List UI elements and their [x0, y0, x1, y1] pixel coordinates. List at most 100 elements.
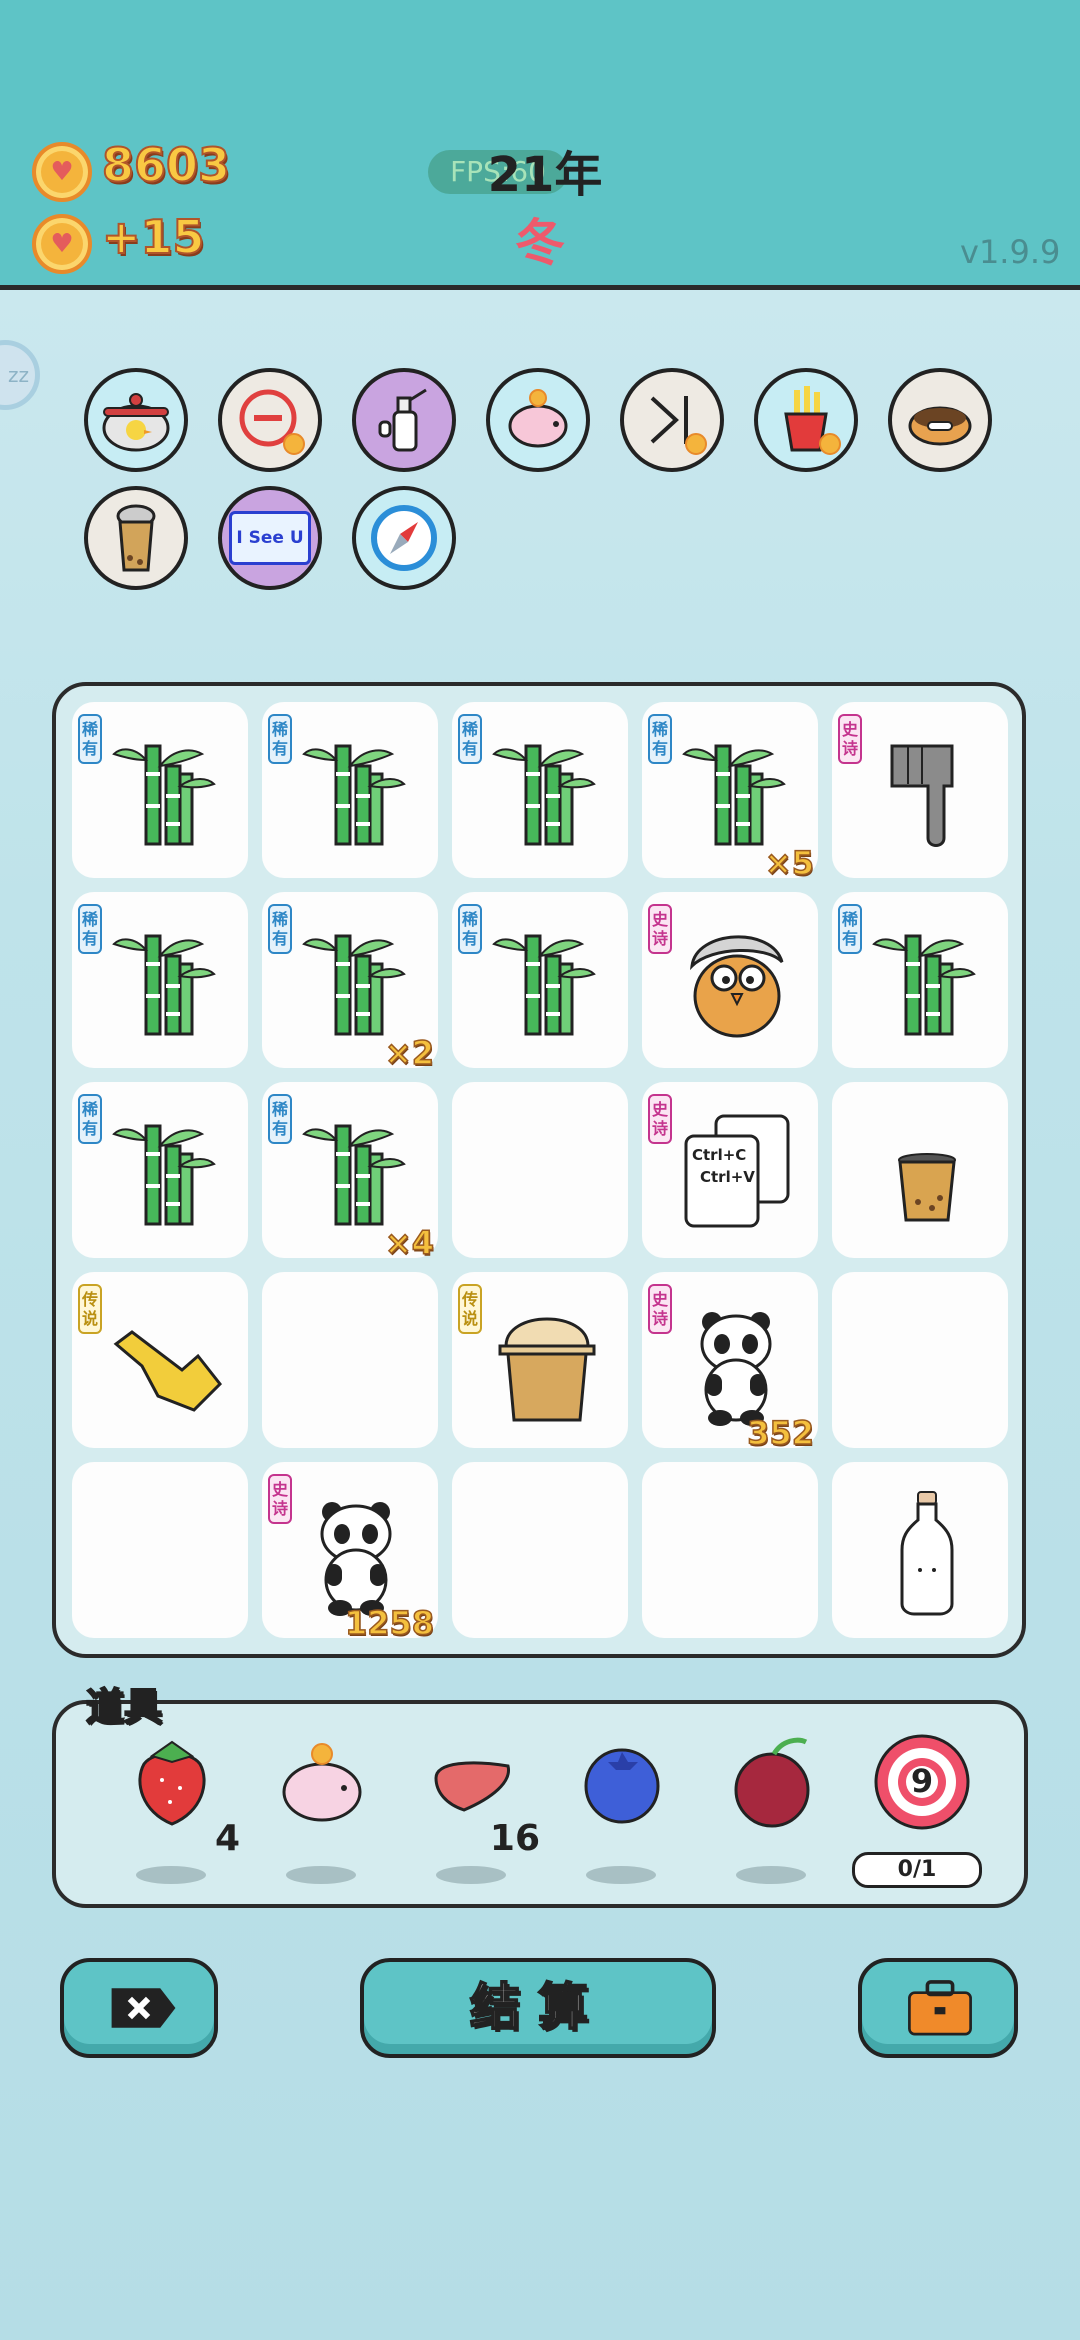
close-icon [111, 1988, 176, 2028]
bamboo-item-icon [292, 1106, 422, 1236]
board-cell-empty-cell[interactable] [452, 1462, 628, 1638]
item-count: ×5 [764, 843, 815, 883]
board-cell-gray-hand-item[interactable]: 史诗 [832, 702, 1008, 878]
settle-button[interactable]: 结算 [360, 1958, 716, 2058]
liver-shadow [436, 1866, 506, 1884]
item-count: ×4 [384, 1223, 435, 1263]
board-cell-bamboo-item[interactable]: 稀有 [72, 1082, 248, 1258]
bamboo-item-icon [102, 726, 232, 856]
bamboo-item-icon [482, 726, 612, 856]
blueberry-icon[interactable] [564, 1724, 684, 1884]
piggy-icon[interactable] [264, 1724, 384, 1884]
fries-icon[interactable] [754, 368, 858, 472]
target-number: 9 [910, 1762, 934, 1800]
skip-icon[interactable] [620, 368, 724, 472]
lychee-icon[interactable] [714, 1724, 834, 1884]
rarity-tag: 史诗 [268, 1474, 292, 1524]
version-label: v1.9.9 [960, 233, 1061, 271]
bamboo-item-icon [672, 726, 802, 856]
settle-button-label: 结算 [469, 1977, 606, 2037]
blueberry-shadow [586, 1866, 656, 1884]
compass-icon[interactable] [352, 486, 456, 590]
liver-count: 16 [489, 1818, 540, 1859]
rarity-tag: 史诗 [648, 904, 672, 954]
rarity-tag: 传说 [458, 1284, 482, 1334]
rarity-tag: 稀有 [78, 1094, 102, 1144]
piggy-shadow [286, 1866, 356, 1884]
board-cell-bamboo-item[interactable]: 稀有 [452, 892, 628, 1068]
rarity-tag: 史诗 [648, 1094, 672, 1144]
year-label: 21年 [487, 147, 603, 203]
board-cell-empty-cell[interactable] [832, 1272, 1008, 1448]
board-cell-milk-bottle-item[interactable] [832, 1462, 1008, 1638]
board-cell-owl-item[interactable]: 史诗 [642, 892, 818, 1068]
board-cell-bamboo-item[interactable]: 稀有 [72, 702, 248, 878]
copy-shortcut-text: Ctrl+C [692, 1146, 747, 1164]
piggy-bank-icon[interactable] [486, 368, 590, 472]
owl-item-icon [672, 916, 802, 1046]
strawberry-shadow [136, 1866, 206, 1884]
income-rate: +15 [101, 209, 206, 265]
board-cell-empty-cell[interactable] [72, 1462, 248, 1638]
rarity-tag: 稀有 [78, 714, 102, 764]
board-cell-bamboo-item[interactable]: 稀有 [832, 892, 1008, 1068]
coin-icon: ♥ [32, 142, 92, 202]
strawberry-count: 4 [214, 1818, 240, 1859]
minus-icon[interactable] [218, 368, 322, 472]
board-cell-cup-item[interactable] [832, 1082, 1008, 1258]
props-title: 道具 [85, 1684, 163, 1730]
target-progress: 0/1 [852, 1852, 982, 1888]
bamboo-item-icon [862, 916, 992, 1046]
gray-hand-item-icon [862, 726, 992, 856]
cup-item-icon [862, 1106, 992, 1236]
board-cell-bamboo-item[interactable]: 稀有 [452, 702, 628, 878]
board-cell-gold-hand-item[interactable]: 传说 [72, 1272, 248, 1448]
board-cell-bubble-tea-item[interactable]: 传说 [452, 1272, 628, 1448]
board-cell-bamboo-item[interactable]: 稀有 ×5 [642, 702, 818, 883]
board-cell-bamboo-item[interactable]: 稀有 ×2 [262, 892, 438, 1073]
season-label: 冬 [515, 214, 565, 272]
panda-item-icon [292, 1486, 422, 1616]
item-count: ×2 [384, 1033, 435, 1073]
bamboo-item-icon [102, 916, 232, 1046]
briefcase-icon [908, 1980, 972, 2036]
item-count: 1258 [344, 1603, 435, 1643]
board-cell-bamboo-item[interactable]: 稀有 [72, 892, 248, 1068]
rarity-tag: 稀有 [268, 904, 292, 954]
top-bar: ♥ 8603 ♥ +15 FPS:60 21年 冬 v1.9.9 [0, 0, 1080, 290]
rarity-tag: 稀有 [838, 904, 862, 954]
bubble-tea-icon[interactable] [84, 486, 188, 590]
briefcase-button[interactable] [858, 1958, 1018, 2058]
bamboo-item-icon [482, 916, 612, 1046]
gold-hand-item-icon [102, 1296, 232, 1426]
board-cell-copy-paste-item[interactable]: Ctrl+C Ctrl+V 史诗 [642, 1082, 818, 1258]
board-cell-bamboo-item[interactable]: 稀有 ×4 [262, 1082, 438, 1263]
dog-food-icon[interactable] [888, 368, 992, 472]
rarity-tag: 传说 [78, 1284, 102, 1334]
spray-icon[interactable] [352, 368, 456, 472]
rarity-tag: 稀有 [268, 1094, 292, 1144]
pot-duck-icon[interactable] [84, 368, 188, 472]
strawberry-icon[interactable]: 4 [114, 1724, 240, 1884]
board-cell-empty-cell[interactable] [262, 1272, 438, 1448]
rarity-tag: 史诗 [838, 714, 862, 764]
i-see-u-label: I See U [229, 511, 311, 565]
bamboo-item-icon [292, 726, 422, 856]
rarity-tag: 稀有 [78, 904, 102, 954]
income-coin-icon: ♥ [32, 214, 92, 274]
bamboo-item-icon [102, 1106, 232, 1236]
rarity-tag: 史诗 [648, 1284, 672, 1334]
item-count: 352 [746, 1413, 814, 1453]
board-cell-empty-cell[interactable] [642, 1462, 818, 1638]
board-cell-empty-cell[interactable] [452, 1082, 628, 1258]
rarity-tag: 稀有 [458, 714, 482, 764]
close-button[interactable] [60, 1958, 218, 2058]
rarity-tag: 稀有 [648, 714, 672, 764]
board-cell-panda-item[interactable]: 史诗 1258 [262, 1462, 438, 1643]
rarity-tag: 稀有 [268, 714, 292, 764]
board-cell-bamboo-item[interactable]: 稀有 [262, 702, 438, 878]
i-see-u-icon[interactable]: I See U [218, 486, 322, 590]
panda-item-icon [672, 1296, 802, 1426]
board-cell-panda-item[interactable]: 史诗 352 [642, 1272, 818, 1453]
liver-icon[interactable]: 16 [414, 1724, 540, 1884]
